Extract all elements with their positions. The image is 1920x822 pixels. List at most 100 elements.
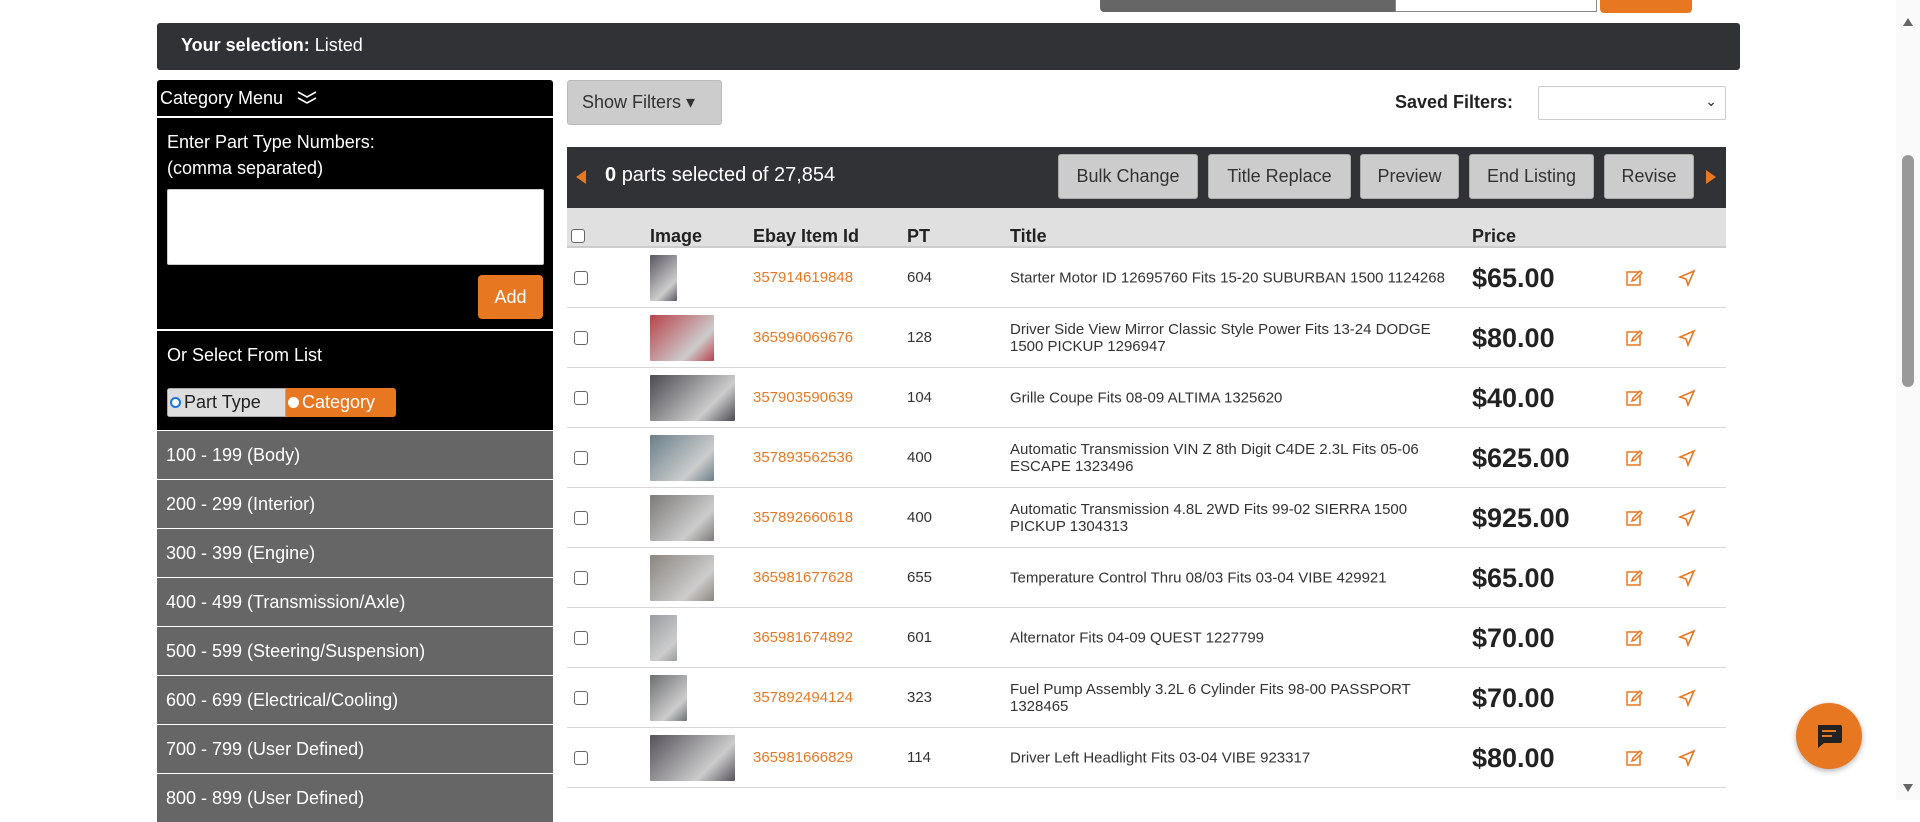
part-price: $65.00 [1472,263,1555,293]
part-type-input[interactable] [167,189,544,265]
select-all-checkbox[interactable] [571,229,585,243]
selection-bar: Your selection: Listed [157,23,1740,70]
bulk-change-button[interactable]: Bulk Change [1058,154,1198,199]
revise-button[interactable]: Revise [1604,154,1694,199]
saved-filters-label: Saved Filters: [1395,92,1514,112]
table-row: 357903590639 104 Grille Coupe Fits 08-09… [567,368,1726,428]
part-thumbnail[interactable] [650,735,735,781]
top-toggle[interactable] [1100,0,1395,12]
send-icon[interactable] [1677,628,1697,648]
edit-icon[interactable] [1624,448,1644,468]
category-item[interactable]: 300 - 399 (Engine) [157,528,553,577]
ebay-item-link[interactable]: 365981674892 [753,629,853,646]
part-thumbnail[interactable] [650,555,714,601]
edit-icon[interactable] [1624,508,1644,528]
top-search-input[interactable] [1395,0,1597,12]
scroll-left-icon[interactable] [576,170,586,184]
part-type-label: Part Type [184,392,261,412]
scroll-right-icon[interactable] [1706,170,1716,184]
ebay-item-link[interactable]: 365981677628 [753,569,853,586]
category-radio[interactable]: Category [286,388,396,417]
part-title: Automatic Transmission 4.8L 2WD Fits 99-… [1010,500,1408,535]
table-header: Image Ebay Item Id PT Title Price [567,208,1726,248]
ebay-item-link[interactable]: 365981666829 [753,749,853,766]
category-item[interactable]: 100 - 199 (Body) [157,430,553,479]
edit-icon[interactable] [1624,388,1644,408]
category-item[interactable]: 400 - 499 (Transmission/Axle) [157,577,553,626]
row-checkbox[interactable] [574,571,588,585]
row-checkbox[interactable] [574,271,588,285]
end-listing-button[interactable]: End Listing [1469,154,1594,199]
row-checkbox[interactable] [574,511,588,525]
edit-icon[interactable] [1624,568,1644,588]
selected-count: 0 [605,164,617,186]
part-title: Driver Left Headlight Fits 03-04 VIBE 92… [1010,749,1311,766]
send-icon[interactable] [1677,688,1697,708]
ebay-item-link[interactable]: 357892660618 [753,509,853,526]
top-search-button[interactable] [1600,0,1692,13]
table-row: 365996069676 128 Driver Side View Mirror… [567,308,1726,368]
part-type: 400 [907,449,933,466]
category-item[interactable]: 600 - 699 (Electrical/Cooling) [157,675,553,724]
scroll-down-icon[interactable] [1903,784,1913,792]
ebay-item-link[interactable]: 357892494124 [753,689,853,706]
entry-hint: (comma separated) [167,158,324,178]
part-type-radio[interactable]: Part Type [167,388,286,417]
send-icon[interactable] [1677,448,1697,468]
part-type: 604 [907,269,933,286]
part-price: $80.00 [1472,743,1555,773]
header-price: Price [1472,226,1517,246]
edit-icon[interactable] [1624,748,1644,768]
edit-icon[interactable] [1624,268,1644,288]
category-item[interactable]: 800 - 899 (User Defined) [157,773,553,822]
row-checkbox[interactable] [574,331,588,345]
category-menu-toggle[interactable]: Category Menu [157,80,553,116]
category-item[interactable]: 200 - 299 (Interior) [157,479,553,528]
send-icon[interactable] [1677,568,1697,588]
send-icon[interactable] [1677,748,1697,768]
row-checkbox[interactable] [574,631,588,645]
send-icon[interactable] [1677,268,1697,288]
preview-button[interactable]: Preview [1360,154,1459,199]
ebay-item-link[interactable]: 357914619848 [753,269,853,286]
header-image: Image [650,226,703,246]
category-label: Category [302,392,376,412]
part-price: $925.00 [1472,503,1570,533]
send-icon[interactable] [1677,388,1697,408]
part-thumbnail[interactable] [650,615,677,661]
part-type: 400 [907,509,933,526]
part-thumbnail[interactable] [650,315,714,361]
part-price: $80.00 [1472,323,1555,353]
ebay-item-link[interactable]: 365996069676 [753,329,853,346]
send-icon[interactable] [1677,508,1697,528]
part-thumbnail[interactable] [650,495,714,541]
chat-button[interactable] [1796,703,1862,769]
part-thumbnail[interactable] [650,675,687,721]
show-filters-button[interactable]: Show Filters ▾ [567,80,722,125]
scrollbar[interactable] [1896,0,1920,800]
table-row: 357914619848 604 Starter Motor ID 126957… [567,248,1726,308]
title-replace-button[interactable]: Title Replace [1208,154,1351,199]
ebay-item-link[interactable]: 357893562536 [753,449,853,466]
scroll-up-icon[interactable] [1903,18,1913,26]
ebay-item-link[interactable]: 357903590639 [753,389,853,406]
part-thumbnail[interactable] [650,375,735,421]
scrollbar-thumb[interactable] [1902,155,1914,387]
part-thumbnail[interactable] [650,255,677,301]
category-item[interactable]: 700 - 799 (User Defined) [157,724,553,773]
edit-icon[interactable] [1624,328,1644,348]
category-list: 100 - 199 (Body) 200 - 299 (Interior) 300 … [157,430,553,822]
saved-filters-select[interactable]: ⌄ [1538,86,1726,120]
add-button[interactable]: Add [478,275,543,319]
category-item[interactable]: 500 - 599 (Steering/Suspension) [157,626,553,675]
edit-icon[interactable] [1624,628,1644,648]
send-icon[interactable] [1677,328,1697,348]
part-title: Alternator Fits 04-09 QUEST 1227799 [1010,629,1265,646]
list-mode-toggle[interactable]: Part Type Category [167,388,396,417]
row-checkbox[interactable] [574,391,588,405]
row-checkbox[interactable] [574,691,588,705]
row-checkbox[interactable] [574,751,588,765]
row-checkbox[interactable] [574,451,588,465]
part-thumbnail[interactable] [650,435,714,481]
edit-icon[interactable] [1624,688,1644,708]
